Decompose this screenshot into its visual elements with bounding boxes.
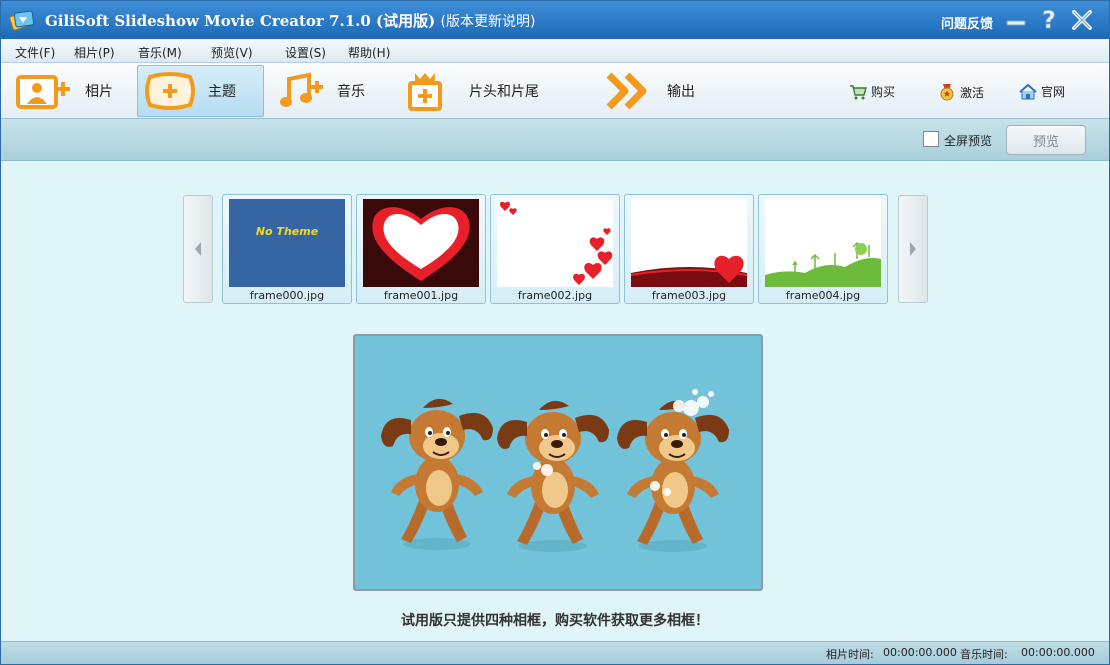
cart-icon <box>850 84 867 99</box>
buy-link[interactable]: 购买 <box>849 83 895 100</box>
music-add-icon <box>280 72 323 107</box>
close-icon <box>1072 10 1092 30</box>
medal-icon <box>940 84 954 101</box>
menu-file[interactable]: 文件(F) <box>15 44 55 61</box>
theme-caption: frame001.jpg <box>383 289 459 302</box>
photo-add-icon <box>16 75 70 109</box>
menu-bar: 文件(F) 相片(P) 音乐(M) 预览(V) 设置(S) 帮助(H) <box>1 39 1109 63</box>
activate-label: 激活 <box>960 85 985 100</box>
theme-thumb-3[interactable]: frame003.jpg <box>624 194 754 304</box>
tool-intro-outro[interactable]: 片头和片尾 <box>405 65 555 117</box>
minimize-button[interactable] <box>1003 7 1029 33</box>
theme-caption: frame000.jpg <box>249 289 325 302</box>
cartoon-dogs-image <box>380 389 730 553</box>
trial-notice: 试用版只提供四种相框，购买软件获取更多相框！ <box>401 613 709 629</box>
window-title: GiliSoft Slideshow Movie Creator 7.1.0 (… <box>45 12 536 30</box>
theme-preview-panel <box>353 334 763 591</box>
buy-label: 购买 <box>871 85 896 99</box>
website-label: 官网 <box>1041 85 1066 99</box>
main-toolbar: 相片 主题 音乐 片头和片尾 输出 购买 激活 官网 <box>1 63 1109 119</box>
version-notes-link[interactable]: (版本更新说明) <box>440 14 535 30</box>
preview-button[interactable]: 预览 <box>1006 125 1086 155</box>
status-bar: 相片时间: 00:00:00.000 音乐时间: 00:00:00.000 <box>1 641 1109 664</box>
menu-photo[interactable]: 相片(P) <box>74 44 115 61</box>
menu-settings[interactable]: 设置(S) <box>285 44 326 61</box>
tool-photo[interactable]: 相片 <box>15 65 125 117</box>
title-add-icon <box>408 73 442 111</box>
scroll-left-button[interactable] <box>183 195 213 303</box>
music-time-value: 00:00:00.000 <box>1021 646 1095 659</box>
close-button[interactable] <box>1069 7 1095 33</box>
theme-preview-image <box>497 199 613 287</box>
minimize-icon <box>1006 20 1026 26</box>
output-arrows-icon <box>606 72 647 110</box>
theme-preview-image <box>631 199 747 287</box>
tool-output-label: 输出 <box>667 84 695 100</box>
photo-time-label: 相片时间: <box>826 648 874 661</box>
home-icon <box>1019 83 1037 99</box>
app-window: GiliSoft Slideshow Movie Creator 7.1.0 (… <box>0 0 1110 665</box>
scroll-right-button[interactable] <box>898 195 928 303</box>
menu-music[interactable]: 音乐(M) <box>138 44 182 61</box>
fullscreen-preview-checkbox[interactable] <box>923 131 939 147</box>
help-icon: ? <box>1042 7 1057 33</box>
tool-output[interactable]: 输出 <box>605 65 715 117</box>
tool-music-label: 音乐 <box>337 84 365 100</box>
theme-thumb-2[interactable]: frame002.jpg <box>490 194 620 304</box>
tool-theme[interactable]: 主题 <box>137 65 264 117</box>
help-button[interactable]: ? <box>1036 7 1062 33</box>
theme-preview-image <box>363 199 479 287</box>
tool-music[interactable]: 音乐 <box>277 65 377 117</box>
no-theme-text: No Theme <box>255 225 319 238</box>
tool-theme-label: 主题 <box>208 84 236 100</box>
website-link[interactable]: 官网 <box>1019 83 1065 100</box>
theme-preview-image <box>765 199 881 287</box>
theme-preview-image: No Theme <box>229 199 345 287</box>
photo-time-value: 00:00:00.000 <box>883 646 957 659</box>
theme-thumb-0[interactable]: No Theme frame000.jpg <box>222 194 352 304</box>
arrow-right-icon <box>910 242 916 256</box>
theme-caption: frame003.jpg <box>651 289 727 302</box>
tool-photo-label: 相片 <box>85 84 113 100</box>
frame-add-icon <box>145 72 195 110</box>
theme-caption: frame004.jpg <box>785 289 861 302</box>
app-logo-icon <box>9 8 35 32</box>
music-time-label: 音乐时间: <box>960 648 1008 661</box>
theme-thumb-4[interactable]: frame004.jpg <box>758 194 888 304</box>
title-bar[interactable]: GiliSoft Slideshow Movie Creator 7.1.0 (… <box>1 1 1109 39</box>
theme-caption: frame002.jpg <box>517 289 593 302</box>
tool-intro-outro-label: 片头和片尾 <box>469 84 539 100</box>
svg-text:?: ? <box>1042 7 1056 33</box>
menu-preview[interactable]: 预览(V) <box>211 44 253 61</box>
activate-link[interactable]: 激活 <box>938 83 984 101</box>
fullscreen-preview-label: 全屏预览 <box>944 134 993 148</box>
arrow-left-icon <box>195 242 201 256</box>
feedback-link[interactable]: 问题反馈 <box>941 13 993 32</box>
theme-thumb-1[interactable]: frame001.jpg <box>356 194 486 304</box>
options-bar: 全屏预览 预览 <box>1 119 1109 161</box>
menu-help[interactable]: 帮助(H) <box>348 44 390 61</box>
